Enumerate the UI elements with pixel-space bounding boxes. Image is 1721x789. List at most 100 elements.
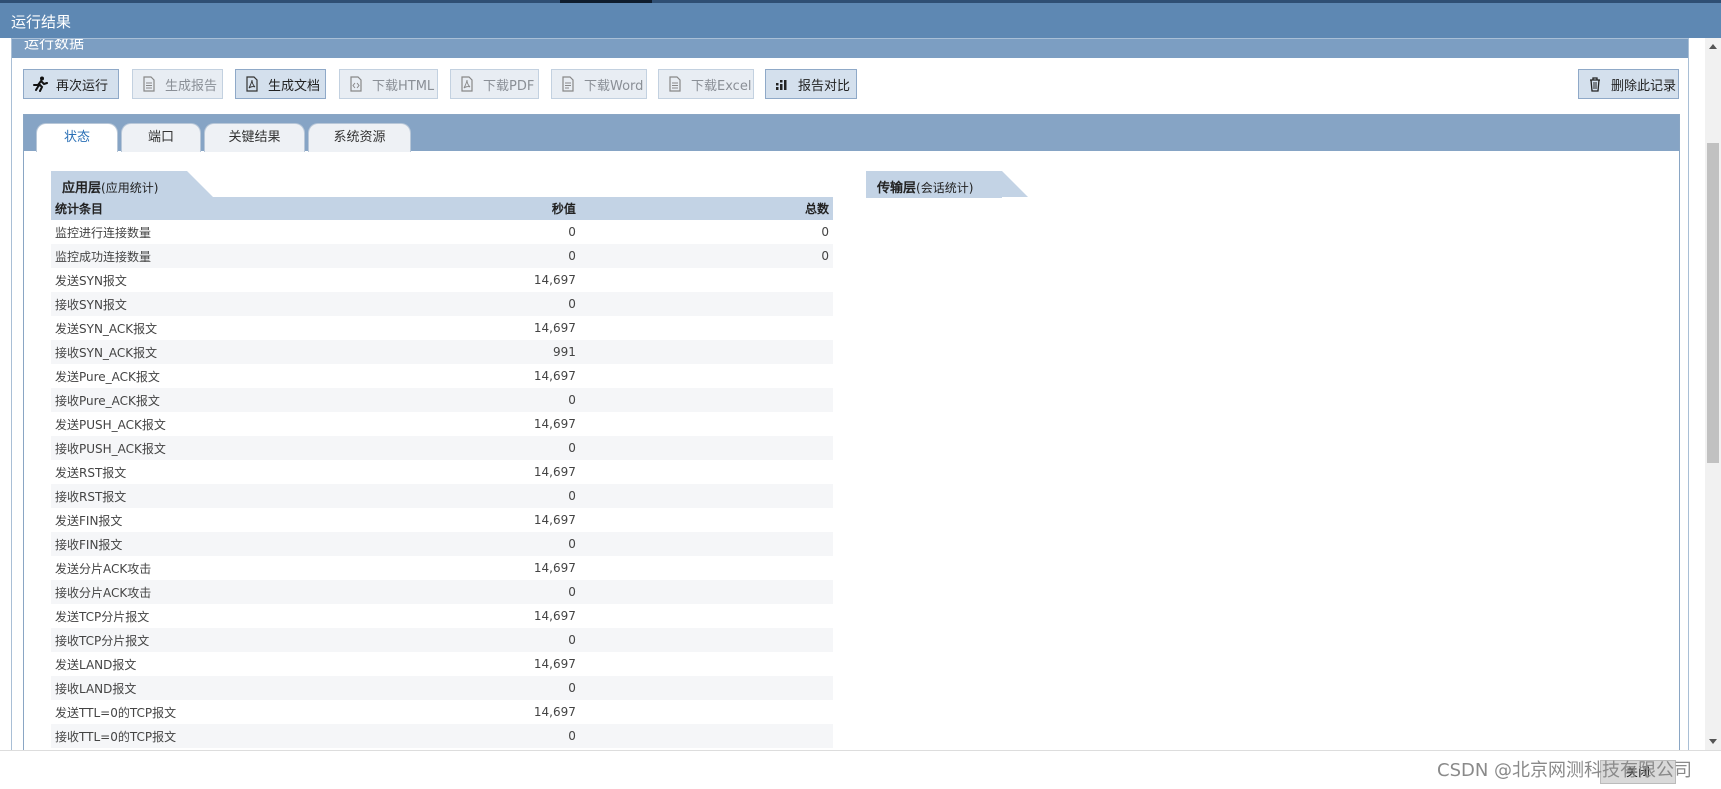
tab-status[interactable]: 状态 (36, 123, 118, 152)
table-row: 发送TCP分片报文 14,697 (51, 604, 833, 628)
cell-per-second: 14,697 (533, 705, 576, 719)
download-pdf-label: 下载PDF (483, 78, 535, 94)
generate-report-button[interactable]: 生成报告 (132, 69, 223, 99)
tab-status-label: 状态 (63, 130, 90, 145)
rerun-button[interactable]: 再次运行 (23, 69, 119, 99)
table-row: 发送TTL=0的TCP报文 14,697 (51, 700, 833, 724)
table-header-row: 统计条目 秒值 总数 (51, 197, 833, 220)
cell-per-second: 14,697 (533, 657, 576, 671)
cell-total: 0 (821, 225, 829, 239)
delete-record-label: 删除此记录 (1611, 78, 1677, 94)
table-row: 发送FIN报文 14,697 (51, 508, 833, 532)
cell-per-second: 14,697 (533, 369, 576, 383)
cell-total (579, 292, 833, 316)
cell-item: 监控成功连接数量 (51, 244, 316, 268)
tab-bar: 状态 端口 关键结果 系统资源 (24, 115, 1679, 152)
cell-total (579, 628, 833, 652)
cell-per-second: 0 (315, 676, 580, 700)
col-header-per-second: 秒值 (315, 197, 580, 220)
toolbar: 再次运行 生成报告 生成文档 下载HTML 下载PDF 下载Word 下载Exc… (23, 69, 1687, 101)
tab-key-results-label: 关键结果 (228, 130, 281, 145)
cell-total (580, 508, 833, 532)
table-row: 接收PUSH_ACK报文 0 (51, 436, 833, 460)
cell-item: 监控进行连接数量 (55, 225, 152, 240)
cell-total (580, 364, 833, 388)
generate-report-label: 生成报告 (165, 78, 218, 94)
download-html-button[interactable]: 下载HTML (339, 69, 438, 99)
cell-per-second: 0 (315, 244, 580, 268)
scrollbar-thumb[interactable] (1707, 143, 1719, 463)
cell-item: 发送SYN_ACK报文 (55, 321, 158, 336)
cell-item: 接收SYN报文 (51, 292, 316, 316)
cell-item: 接收FIN报文 (51, 532, 316, 556)
cell-per-second: 991 (315, 340, 580, 364)
cell-total (579, 436, 833, 460)
table-row: 接收SYN报文 0 (51, 292, 833, 316)
excel-document-icon (667, 76, 683, 92)
app-layer-table: 统计条目 秒值 总数 监控进行连接数量 0 0 监控成功连接数量 0 0 发送SYN报文 14… (51, 197, 833, 748)
cell-item: 接收TCP分片报文 (51, 628, 316, 652)
cell-per-second: 14,697 (533, 561, 576, 575)
generate-doc-button[interactable]: 生成文档 (235, 69, 326, 99)
bar-chart-icon (774, 76, 790, 92)
cell-per-second: 0 (315, 532, 580, 556)
cell-item: 发送PUSH_ACK报文 (55, 417, 166, 432)
download-excel-button[interactable]: 下载Excel (658, 69, 754, 99)
table-row: 接收TTL=0的TCP报文 0 (51, 724, 833, 748)
table-row: 发送RST报文 14,697 (51, 460, 833, 484)
cell-total (579, 532, 833, 556)
transport-layer-header: 传输层(会话统计) (866, 171, 1028, 198)
cell-item: 发送SYN报文 (55, 273, 127, 288)
cell-per-second: 0 (315, 628, 580, 652)
cell-per-second: 0 (568, 225, 576, 239)
download-word-button[interactable]: 下载Word (551, 69, 647, 99)
rerun-label: 再次运行 (56, 78, 109, 94)
cell-item: 发送TCP分片报文 (55, 609, 150, 624)
cell-total: 0 (579, 244, 833, 268)
cell-total (580, 316, 833, 340)
delete-record-button[interactable]: 删除此记录 (1578, 69, 1679, 99)
cell-item: 接收分片ACK攻击 (51, 580, 316, 604)
download-pdf-button[interactable]: 下载PDF (450, 69, 539, 99)
cell-total (580, 652, 833, 676)
tab-key-results[interactable]: 关键结果 (204, 123, 305, 152)
download-html-label: 下载HTML (372, 78, 435, 94)
cell-item: 发送RST报文 (55, 465, 127, 480)
cell-item: 接收PUSH_ACK报文 (51, 436, 316, 460)
generate-doc-label: 生成文档 (268, 78, 321, 94)
report-compare-button[interactable]: 报告对比 (765, 69, 857, 99)
window-title: 运行结果 (11, 13, 72, 31)
cell-total (580, 268, 833, 292)
tab-port[interactable]: 端口 (121, 123, 201, 152)
vertical-scrollbar[interactable] (1705, 38, 1721, 750)
cell-item: 发送分片ACK攻击 (55, 561, 152, 576)
scroll-down-icon[interactable] (1709, 739, 1717, 744)
cell-per-second: 14,697 (533, 465, 576, 479)
cell-item: 接收LAND报文 (51, 676, 316, 700)
table-row: 发送LAND报文 14,697 (51, 652, 833, 676)
scroll-up-icon[interactable] (1709, 44, 1717, 49)
cell-per-second: 0 (315, 388, 580, 412)
cell-total (579, 676, 833, 700)
cell-item: 接收Pure_ACK报文 (51, 388, 316, 412)
app-layer-title: 应用层 (62, 181, 102, 196)
table-row: 接收SYN_ACK报文 991 (51, 340, 833, 364)
cell-item: 发送LAND报文 (55, 657, 137, 672)
pdf-document-icon (459, 76, 475, 92)
table-row: 发送SYN报文 14,697 (51, 268, 833, 292)
trash-icon (1587, 76, 1603, 92)
cell-per-second: 0 (315, 580, 580, 604)
table-row: 接收RST报文 0 (51, 484, 833, 508)
tab-system-resources[interactable]: 系统资源 (308, 123, 411, 152)
table-row: 接收Pure_ACK报文 0 (51, 388, 833, 412)
table-row: 监控成功连接数量 0 0 (51, 244, 833, 268)
cell-per-second: 14,697 (533, 513, 576, 527)
cell-per-second: 0 (315, 292, 580, 316)
cell-item: 接收SYN_ACK报文 (51, 340, 316, 364)
table-row: 接收TCP分片报文 0 (51, 628, 833, 652)
transport-layer-title: 传输层 (877, 181, 917, 196)
cell-per-second: 14,697 (533, 417, 576, 431)
table-row: 接收FIN报文 0 (51, 532, 833, 556)
cell-item: 接收TTL=0的TCP报文 (51, 724, 316, 748)
cell-per-second: 14,697 (533, 321, 576, 335)
